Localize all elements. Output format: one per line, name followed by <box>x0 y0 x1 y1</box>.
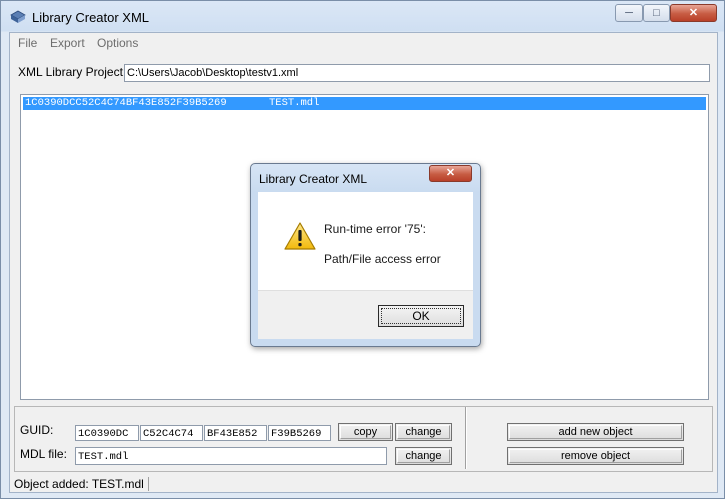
list-item-selected[interactable]: 1C0390DCC52C4C74BF43E852F39B5269 TEST.md… <box>23 97 706 110</box>
copy-guid-button[interactable]: copy <box>338 423 393 441</box>
status-bar: Object added: TEST.mdl <box>10 474 717 492</box>
project-path-input[interactable]: C:\Users\Jacob\Desktop\testv1.xml <box>124 64 710 82</box>
title-bar[interactable]: Library Creator XML ─ □ ✕ <box>1 1 724 32</box>
menu-bar: File Export Options <box>10 33 717 53</box>
dialog-body: Run-time error '75': Path/File access er… <box>258 192 473 290</box>
minimize-button[interactable]: ─ <box>615 4 643 22</box>
list-item-file: TEST.mdl <box>269 97 320 109</box>
remove-object-button[interactable]: remove object <box>507 447 684 465</box>
close-button[interactable]: ✕ <box>670 4 717 22</box>
dialog-close-button[interactable]: ✕ <box>429 165 472 182</box>
panel-divider <box>465 407 467 469</box>
mdl-file-input[interactable]: TEST.mdl <box>75 447 387 465</box>
warning-icon <box>284 222 316 250</box>
guid-part-2-input[interactable]: C52C4C74 <box>140 425 203 441</box>
maximize-button[interactable]: □ <box>643 4 670 22</box>
status-text: Object added: TEST.mdl <box>14 477 149 491</box>
error-message-text: Path/File access error <box>324 252 441 266</box>
menu-file[interactable]: File <box>18 36 37 50</box>
dialog-footer: OK <box>258 290 473 339</box>
error-dialog: Library Creator XML ✕ Run-time error '75… <box>250 163 481 347</box>
change-guid-button[interactable]: change <box>395 423 452 441</box>
guid-label: GUID: <box>20 423 54 437</box>
ok-button[interactable]: OK <box>378 305 464 327</box>
menu-export[interactable]: Export <box>50 36 85 50</box>
change-mdl-button[interactable]: change <box>395 447 452 465</box>
project-label: XML Library Project: <box>18 65 127 79</box>
dialog-title: Library Creator XML <box>259 172 368 186</box>
menu-options[interactable]: Options <box>97 36 138 50</box>
add-new-object-button[interactable]: add new object <box>507 423 684 441</box>
mdl-label: MDL file: <box>20 447 67 461</box>
guid-part-4-input[interactable]: F39B5269 <box>268 425 331 441</box>
guid-part-3-input[interactable]: BF43E852 <box>204 425 267 441</box>
app-icon <box>10 10 26 23</box>
error-code-text: Run-time error '75': <box>324 222 426 236</box>
list-item-guid: 1C0390DCC52C4C74BF43E852F39B5269 <box>25 97 227 109</box>
guid-part-1-input[interactable]: 1C0390DC <box>75 425 139 441</box>
window-title: Library Creator XML <box>32 10 150 25</box>
